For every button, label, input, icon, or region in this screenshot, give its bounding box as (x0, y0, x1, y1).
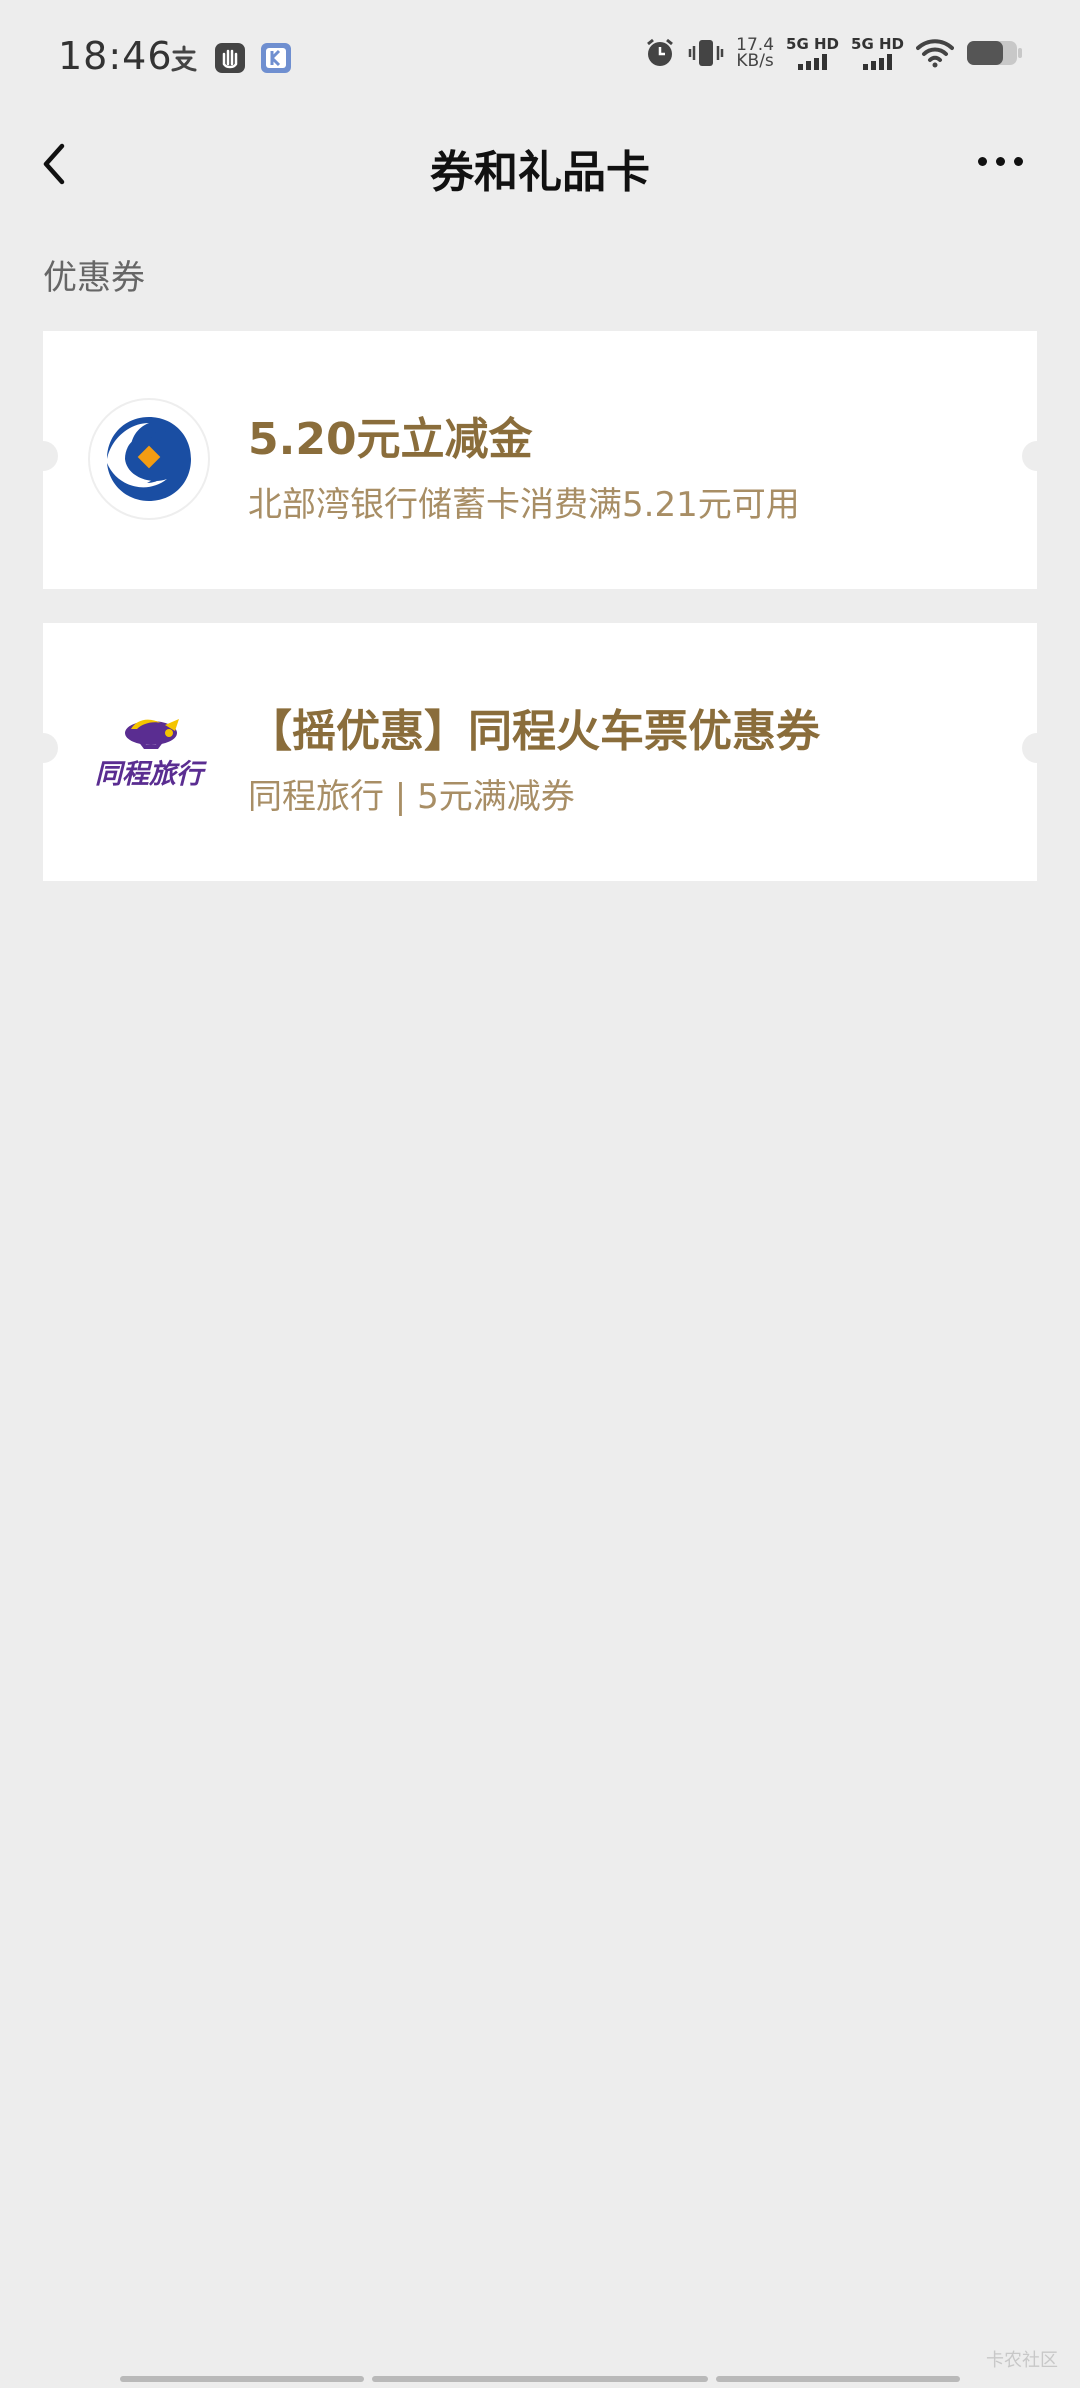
hand-app-icon (215, 43, 245, 73)
signal-bars-icon (863, 54, 892, 70)
notification-icons (168, 42, 292, 74)
sim1-signal: 5G HD (786, 36, 839, 70)
gesture-bar (120, 2376, 960, 2382)
status-bar: 18:46 17.4 KB/s 5G HD 5G HD (0, 0, 1080, 118)
net-speed-unit: KB/s (736, 51, 774, 71)
sim2-signal: 5G HD (851, 36, 904, 70)
page-title: 券和礼品卡 (430, 147, 650, 198)
wifi-icon (916, 39, 954, 68)
k-app-icon (261, 43, 291, 73)
coupon-card[interactable]: 5.20元立减金 北部湾银行储蓄卡消费满5.21元可用 (28, 331, 1052, 589)
beibu-gulf-bank-logo-icon (88, 398, 210, 520)
navigation-bar: 券和礼品卡 (0, 118, 1080, 208)
tongcheng-logo-text: 同程旅行 (95, 759, 207, 790)
coupon-card[interactable]: 同程旅行 【摇优惠】同程火车票优惠券 同程旅行 | 5元满减券 (28, 623, 1052, 881)
coupon-title: 【摇优惠】同程火车票优惠券 (248, 706, 820, 757)
vibrate-icon (688, 40, 724, 66)
alipay-notification-icon (171, 45, 197, 72)
signal-bars-icon (798, 54, 828, 70)
tongcheng-travel-logo-icon: 同程旅行 (95, 719, 207, 790)
more-options-icon[interactable] (970, 146, 1030, 176)
status-time: 18:46 (58, 34, 173, 78)
watermark: 卡农社区 (986, 2350, 1058, 2371)
coupon-subtitle: 同程旅行 | 5元满减券 (248, 777, 575, 817)
sim1-label: 5G HD (786, 35, 840, 53)
coupon-subtitle: 北部湾银行储蓄卡消费满5.21元可用 (248, 485, 800, 525)
net-speed: 17.4 KB/s (736, 37, 774, 71)
system-status-icons: 17.4 KB/s 5G HD 5G HD (644, 36, 1024, 70)
sim2-label: 5G HD (851, 35, 904, 53)
section-label-coupons: 优惠券 (43, 258, 145, 298)
coupon-title: 5.20元立减金 (248, 414, 533, 465)
battery-icon (967, 41, 1022, 65)
alarm-icon (647, 38, 674, 66)
